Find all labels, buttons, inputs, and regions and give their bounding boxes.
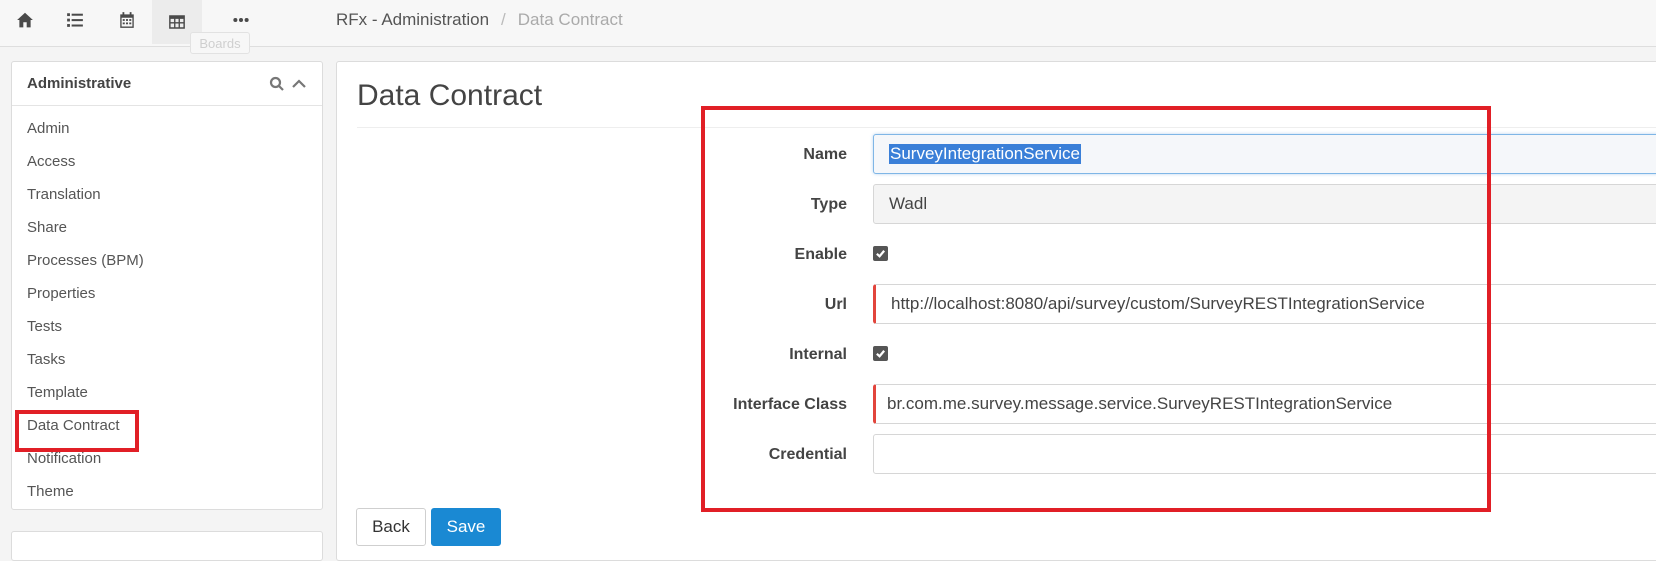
sidebar-item-access[interactable]: Access	[12, 145, 322, 178]
sidebar-item-data-contract[interactable]: Data Contract	[12, 409, 322, 452]
form-row-internal: Internal	[701, 334, 1656, 376]
sidebar-secondary-panel	[11, 531, 323, 561]
credential-input[interactable]	[873, 434, 1656, 474]
sidebar-item-tests[interactable]: Tests	[12, 310, 322, 343]
internal-label: Internal	[789, 346, 847, 363]
sidebar-menu: Admin Access Translation Share Processes…	[12, 112, 322, 508]
breadcrumb: RFx - Administration / Data Contract	[336, 0, 623, 40]
sidebar-header: Administrative	[12, 62, 322, 106]
sidebar-item-theme[interactable]: Theme	[12, 475, 322, 508]
form-row-enable: Enable	[701, 234, 1656, 276]
type-input[interactable]: Wadl	[873, 184, 1656, 224]
sidebar-item-tasks[interactable]: Tasks	[12, 343, 322, 376]
enable-checkbox[interactable]	[873, 246, 888, 261]
boards-tooltip: Boards	[190, 32, 250, 54]
sidebar-item-share[interactable]: Share	[12, 211, 322, 244]
form-row-credential: Credential	[701, 434, 1656, 476]
form-row-interface-class: Interface Class br.com.me.survey.message…	[701, 384, 1656, 426]
breadcrumb-parent[interactable]: RFx - Administration	[336, 10, 489, 30]
top-navbar: Boards RFx - Administration / Data Contr…	[0, 0, 1656, 54]
credential-label: Credential	[768, 446, 847, 463]
name-input[interactable]: SurveyIntegrationService	[873, 134, 1656, 174]
sidebar-item-admin[interactable]: Admin	[12, 112, 322, 145]
enable-label: Enable	[794, 246, 847, 263]
name-value: SurveyIntegrationService	[889, 144, 1081, 164]
name-label: Name	[803, 146, 847, 163]
back-button[interactable]: Back	[356, 508, 426, 546]
type-label: Type	[810, 196, 847, 213]
form-row-name: Name SurveyIntegrationService	[701, 134, 1656, 176]
sidebar-item-translation[interactable]: Translation	[12, 178, 322, 211]
interface-class-label: Interface Class	[733, 396, 847, 413]
chevron-up-icon[interactable]	[291, 76, 307, 92]
sidebar: Administrative Admin Access Translation …	[11, 61, 323, 510]
interface-class-input[interactable]: br.com.me.survey.message.service.SurveyR…	[873, 384, 1656, 424]
breadcrumb-current: Data Contract	[517, 10, 623, 29]
sidebar-item-notification[interactable]: Notification	[12, 442, 322, 475]
sidebar-tools	[269, 76, 307, 92]
list-icon[interactable]	[50, 0, 100, 40]
save-button[interactable]: Save	[431, 508, 501, 546]
check-icon	[876, 250, 886, 258]
sidebar-item-properties[interactable]: Properties	[12, 277, 322, 310]
url-label: Url	[824, 296, 847, 313]
form-row-type: Type Wadl	[701, 184, 1656, 226]
sidebar-item-processes[interactable]: Processes (BPM)	[12, 244, 322, 277]
home-icon[interactable]	[0, 0, 50, 40]
breadcrumb-separator: /	[501, 10, 506, 29]
check-icon	[876, 350, 886, 358]
form-row-url: Url http://localhost:8080/api/survey/cus…	[701, 284, 1656, 326]
sidebar-item-template[interactable]: Template	[12, 376, 322, 409]
calendar-icon[interactable]	[102, 0, 152, 40]
url-input[interactable]: http://localhost:8080/api/survey/custom/…	[873, 284, 1656, 324]
page-title: Data Contract	[357, 79, 543, 112]
sidebar-title: Administrative	[27, 75, 132, 92]
search-icon[interactable]	[269, 76, 285, 92]
title-divider	[357, 127, 1656, 128]
internal-checkbox[interactable]	[873, 346, 888, 361]
